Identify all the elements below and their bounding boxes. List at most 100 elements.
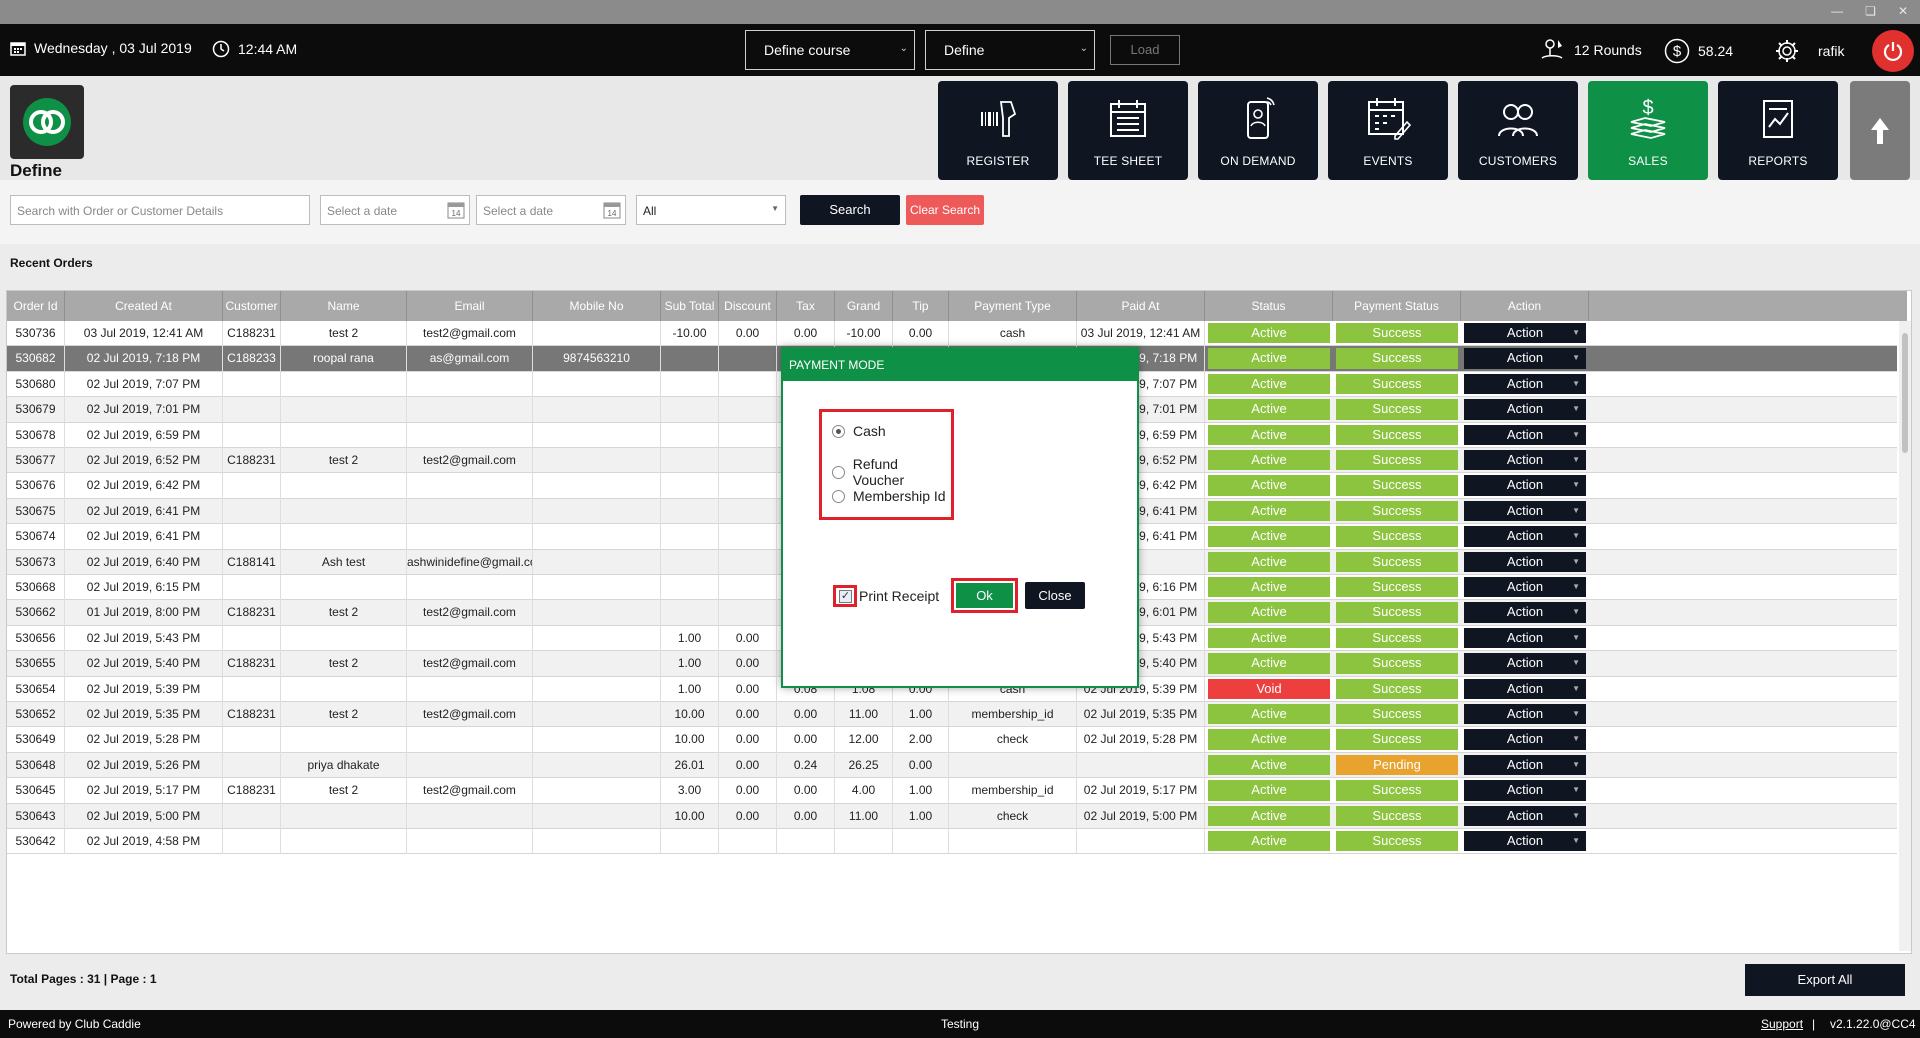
action-dropdown-button[interactable]: Action ▼ — [1464, 678, 1586, 699]
scroll-up-button[interactable] — [1850, 81, 1910, 180]
course-select[interactable]: Define course ⌄ — [745, 30, 915, 70]
table-row[interactable]: 530645 02 Jul 2019, 5:17 PM C188231 test 2t… — [7, 778, 1897, 804]
order-search-input[interactable]: Search with Order or Customer Details — [10, 195, 310, 225]
action-dropdown-button[interactable]: Action ▼ — [1464, 551, 1586, 572]
nav-sales[interactable]: $ SALES — [1588, 81, 1708, 180]
cell-paid-at: 02 Jul 2019, 5:17 PM — [1077, 778, 1205, 804]
support-link[interactable]: Support — [1761, 1017, 1803, 1031]
table-row[interactable]: 530652 02 Jul 2019, 5:35 PM C188231 test 2t… — [7, 702, 1897, 728]
close-button[interactable]: Close — [1025, 582, 1085, 609]
action-dropdown-button[interactable]: Action ▼ — [1464, 373, 1586, 395]
dropdown-caret-icon: ▼ — [1572, 531, 1580, 541]
action-dropdown-button[interactable]: Action ▼ — [1464, 526, 1586, 547]
clock-icon — [212, 40, 230, 58]
nav-reports[interactable]: REPORTS — [1718, 81, 1838, 180]
cell-tip: 1.00 — [893, 702, 949, 728]
action-dropdown-button[interactable]: Action ▼ — [1464, 627, 1586, 649]
cell-discount: 0.00 — [719, 778, 777, 804]
action-dropdown-button[interactable]: Action ▼ — [1464, 704, 1586, 725]
cell-paid-at: 03 Jul 2019, 12:41 AM — [1077, 321, 1205, 347]
table-row[interactable]: 530642 02 Jul 2019, 4:58 PM Active Success A… — [7, 829, 1897, 855]
cell-discount — [719, 371, 777, 398]
cell-mobile-no — [533, 702, 661, 728]
define-select[interactable]: Define ⌄ — [925, 30, 1095, 70]
date-from-input[interactable]: Select a date 14 — [320, 195, 470, 225]
radio-refund-voucher[interactable] — [832, 465, 845, 479]
table-scrollbar[interactable] — [1899, 321, 1911, 951]
calendar-picker-icon[interactable]: 14 — [447, 201, 465, 219]
user-menu[interactable]: rafik — [1774, 38, 1844, 64]
action-dropdown-button[interactable]: Action ▼ — [1464, 577, 1586, 598]
action-dropdown-button[interactable]: Action ▼ — [1464, 424, 1586, 445]
restore-icon[interactable]: ❏ — [1865, 4, 1876, 18]
nav-events[interactable]: EVENTS — [1328, 81, 1448, 180]
cell-mobile-no — [533, 473, 661, 499]
ok-button[interactable]: Ok — [956, 583, 1013, 608]
cell-customer-id — [223, 498, 281, 525]
cell-name — [281, 676, 407, 702]
calendar-picker-icon[interactable]: 14 — [603, 201, 621, 219]
option-refund-voucher[interactable]: Refund Voucher — [832, 456, 951, 488]
load-button[interactable]: Load — [1110, 35, 1180, 65]
cell-sub-total: 26.01 — [661, 752, 719, 779]
dropdown-caret-icon: ▼ — [1572, 455, 1580, 464]
nav-customers[interactable]: CUSTOMERS — [1458, 81, 1578, 180]
minimize-icon[interactable]: — — [1831, 4, 1843, 18]
cell-name: test 2 — [281, 321, 407, 347]
action-dropdown-button[interactable]: Action ▼ — [1464, 805, 1586, 826]
table-row[interactable]: 530736 03 Jul 2019, 12:41 AM C188231 test 2… — [7, 321, 1897, 347]
option-membership-id[interactable]: Membership Id — [832, 488, 946, 504]
action-dropdown-button[interactable]: Action ▼ — [1464, 348, 1586, 369]
cell-email — [407, 803, 533, 829]
radio-membership-id[interactable] — [832, 489, 845, 503]
cell-created-at: 02 Jul 2019, 7:07 PM — [65, 371, 223, 398]
action-dropdown-button[interactable]: Action ▼ — [1464, 653, 1586, 674]
column-header-discount: Discount — [719, 291, 777, 321]
table-row[interactable]: 530643 02 Jul 2019, 5:00 PM 10.00 0.00 0.00 1… — [7, 803, 1897, 829]
cell-name: test 2 — [281, 778, 407, 804]
golf-tee-icon — [1541, 39, 1563, 59]
cell-discount: 0.00 — [719, 803, 777, 829]
app-logo — [10, 85, 84, 159]
nav-tee-sheet[interactable]: TEE SHEET — [1068, 81, 1188, 180]
action-dropdown-button[interactable]: Action ▼ — [1464, 450, 1586, 471]
action-dropdown-button[interactable]: Action ▼ — [1464, 500, 1586, 522]
date-to-placeholder: Select a date — [483, 204, 554, 218]
export-all-button[interactable]: Export All — [1745, 964, 1905, 996]
cell-created-at: 02 Jul 2019, 6:42 PM — [65, 473, 223, 499]
cell-created-at: 02 Jul 2019, 6:52 PM — [65, 448, 223, 474]
action-dropdown-button[interactable]: Action ▼ — [1464, 602, 1586, 623]
status-badge: Active — [1208, 399, 1330, 420]
cell-order-id: 530668 — [7, 575, 65, 601]
nav-on-demand[interactable]: ON DEMAND — [1198, 81, 1318, 180]
radio-cash[interactable] — [832, 424, 845, 438]
action-dropdown-button[interactable]: Action ▼ — [1464, 399, 1586, 420]
cell-order-id: 530643 — [7, 803, 65, 829]
action-dropdown-button[interactable]: Action ▼ — [1464, 831, 1586, 852]
action-dropdown-button[interactable]: Action ▼ — [1464, 729, 1586, 750]
cell-email — [407, 752, 533, 779]
clear-search-button[interactable]: Clear Search — [906, 195, 984, 225]
payment-status-badge: Success — [1336, 373, 1458, 395]
cell-created-at: 02 Jul 2019, 5:39 PM — [65, 676, 223, 702]
status-badge: Active — [1208, 551, 1330, 572]
logout-button[interactable] — [1872, 30, 1914, 72]
action-label: Action — [1506, 680, 1544, 696]
option-cash[interactable]: Cash — [832, 423, 886, 439]
gear-icon[interactable] — [1774, 38, 1800, 64]
action-dropdown-button[interactable]: Action ▼ — [1464, 323, 1586, 344]
table-row[interactable]: 530649 02 Jul 2019, 5:28 PM 10.00 0.00 0.00 1… — [7, 727, 1897, 753]
search-button[interactable]: Search — [800, 195, 900, 225]
print-receipt-checkbox[interactable]: ✓ — [839, 590, 852, 603]
cell-customer-id: C188231 — [223, 448, 281, 474]
action-dropdown-button[interactable]: Action ▼ — [1464, 780, 1586, 801]
nav-register[interactable]: REGISTER — [938, 81, 1058, 180]
action-dropdown-button[interactable]: Action ▼ — [1464, 754, 1586, 776]
table-row[interactable]: 530648 02 Jul 2019, 5:26 PM priya dhakate 2… — [7, 752, 1897, 779]
close-window-icon[interactable]: ✕ — [1898, 4, 1908, 18]
cell-email — [407, 575, 533, 601]
action-dropdown-button[interactable]: Action ▼ — [1464, 475, 1586, 496]
scrollbar-thumb[interactable] — [1902, 333, 1908, 453]
status-type-select[interactable]: All ▼ — [636, 195, 786, 225]
date-to-input[interactable]: Select a date 14 — [476, 195, 626, 225]
